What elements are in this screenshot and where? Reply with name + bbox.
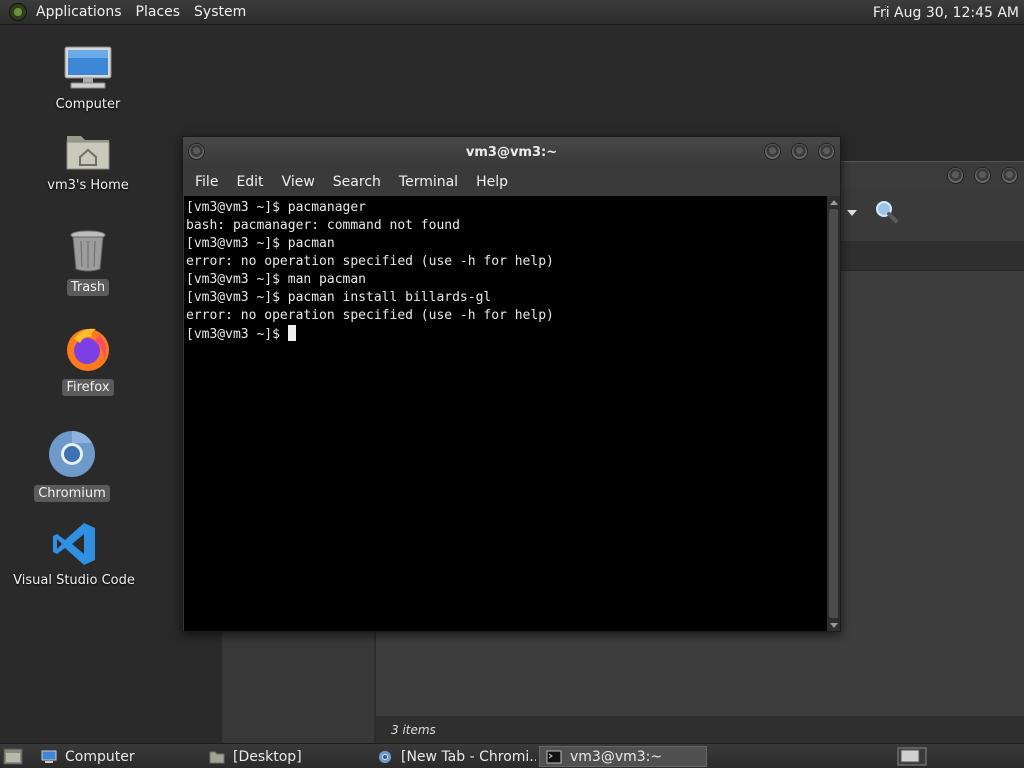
file-manager-file-area: [376, 631, 1024, 716]
taskbar-label: Computer: [65, 748, 135, 765]
maximize-button[interactable]: [974, 167, 991, 184]
terminal-line: [vm3@vm3 ~]$ pacman: [186, 236, 335, 251]
taskbar-item-chromium[interactable]: [New Tab - Chromi...: [371, 746, 536, 767]
window-menu-button[interactable]: [188, 143, 205, 160]
search-icon[interactable]: [874, 199, 898, 223]
terminal-titlebar[interactable]: vm3@vm3:~: [183, 137, 840, 167]
desktop-icon-vscode[interactable]: Visual Studio Code: [13, 521, 135, 588]
menu-help[interactable]: Help: [467, 174, 517, 190]
system-logo-icon[interactable]: [9, 3, 27, 21]
chevron-down-icon[interactable]: [846, 209, 858, 217]
terminal-icon: [546, 750, 562, 763]
taskbar-label: [New Tab - Chromi...: [401, 748, 536, 765]
file-manager-location-bar: [822, 241, 1024, 271]
file-manager-titlebar[interactable]: [822, 161, 1024, 189]
taskbar-item-terminal[interactable]: vm3@vm3:~: [539, 746, 707, 767]
scroll-up-arrow-icon[interactable]: [830, 200, 838, 205]
menu-places[interactable]: Places: [129, 0, 188, 24]
menu-view[interactable]: View: [273, 174, 324, 190]
desktop-icon-label: Firefox: [62, 379, 114, 396]
top-menu: Applications Places System: [0, 0, 253, 24]
file-manager-statusbar: 3 items: [376, 716, 1024, 743]
trash-icon: [70, 230, 106, 272]
maximize-button[interactable]: [791, 143, 808, 160]
folder-icon: [209, 751, 225, 763]
home-folder-icon: [66, 136, 110, 170]
desktop-icon-label: vm3's Home: [47, 178, 129, 193]
menu-system[interactable]: System: [187, 0, 253, 24]
file-manager-toolbar: [822, 189, 1024, 241]
terminal-scrollbar[interactable]: [827, 196, 840, 631]
firefox-icon: [67, 328, 109, 371]
desktop-icon-label: Trash: [66, 279, 110, 296]
status-text: 3 items: [391, 722, 436, 737]
desktop-icon-chromium[interactable]: Chromium: [17, 429, 127, 502]
terminal-menubar: File Edit View Search Terminal Help: [183, 167, 840, 196]
close-button[interactable]: [1001, 167, 1018, 184]
vscode-icon: [53, 523, 95, 565]
terminal-prompt-line[interactable]: [vm3@vm3 ~]$: [186, 325, 825, 344]
show-desktop-icon[interactable]: [3, 748, 23, 765]
window-title: vm3@vm3:~: [465, 144, 558, 160]
desktop-icon-trash[interactable]: Trash: [33, 229, 143, 296]
scroll-down-arrow-icon[interactable]: [830, 623, 838, 628]
desktop-icon-firefox[interactable]: Firefox: [33, 325, 143, 396]
workspace-switcher-icon[interactable]: [897, 747, 927, 766]
terminal-line: error: no operation specified (use -h fo…: [186, 308, 554, 323]
terminal-line: [vm3@vm3 ~]$ pacman install billards-gl: [186, 290, 492, 305]
text-cursor: [287, 325, 296, 341]
chromium-icon: [378, 750, 392, 763]
menu-file[interactable]: File: [186, 174, 227, 190]
menu-search[interactable]: Search: [324, 174, 390, 190]
clock[interactable]: Fri Aug 30, 12:45 AM: [873, 0, 1019, 25]
desktop-icon-computer[interactable]: Computer: [33, 45, 143, 112]
computer-icon: [41, 750, 57, 763]
terminal-window[interactable]: vm3@vm3:~ File Edit View Search Terminal…: [182, 136, 841, 632]
scrollbar-thumb[interactable]: [829, 209, 838, 618]
desktop-icon-label: Chromium: [34, 485, 110, 502]
minimize-button[interactable]: [764, 143, 781, 160]
computer-icon: [64, 46, 112, 89]
file-manager-sidebar: [222, 631, 376, 743]
desktop-icon-home[interactable]: vm3's Home: [33, 128, 143, 193]
top-panel: Applications Places System Fri Aug 30, 1…: [0, 0, 1024, 25]
terminal-line: [vm3@vm3 ~]$ pacmanager: [186, 200, 367, 215]
desktop-icon-label: Visual Studio Code: [13, 573, 135, 588]
bottom-panel: Computer [Desktop] [New Tab - Chromi... …: [0, 743, 1024, 768]
terminal-line: bash: pacmanager: command not found: [186, 218, 460, 233]
menu-terminal[interactable]: Terminal: [390, 174, 467, 190]
taskbar-label: vm3@vm3:~: [570, 748, 663, 765]
terminal-line: [vm3@vm3 ~]$ man pacman: [186, 272, 367, 287]
terminal-prompt: [vm3@vm3 ~]$: [186, 327, 288, 342]
minimize-button[interactable]: [947, 167, 964, 184]
menu-edit[interactable]: Edit: [227, 174, 272, 190]
taskbar-item-desktop[interactable]: [Desktop]: [203, 746, 368, 767]
close-button[interactable]: [818, 143, 835, 160]
taskbar-item-computer[interactable]: Computer: [35, 746, 200, 767]
chromium-icon: [49, 431, 95, 477]
desktop-icon-label: Computer: [55, 97, 121, 112]
terminal-line: error: no operation specified (use -h fo…: [186, 254, 554, 269]
menu-applications[interactable]: Applications: [29, 0, 129, 24]
taskbar-label: [Desktop]: [233, 748, 302, 765]
terminal-output[interactable]: [vm3@vm3 ~]$ pacmanager bash: pacmanager:…: [184, 196, 827, 631]
